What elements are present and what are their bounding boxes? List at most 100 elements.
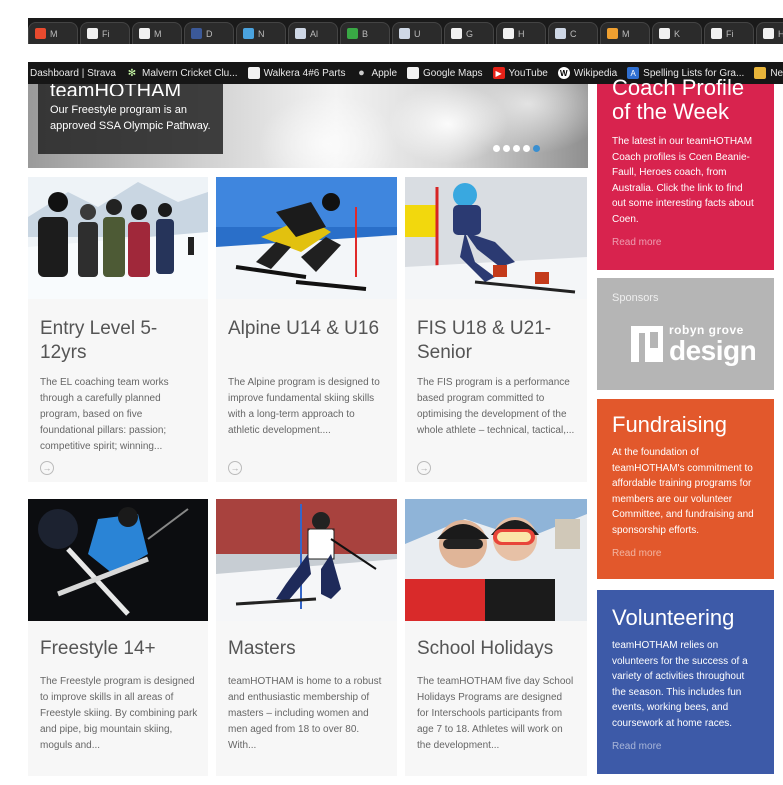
tab-label: D (206, 28, 213, 39)
browser-tab[interactable]: G (444, 22, 494, 44)
logo-text: robyn grove design (669, 323, 757, 366)
browser-tab[interactable]: U (392, 22, 442, 44)
browser-tab[interactable]: Fi (80, 22, 130, 44)
slider-dots (493, 145, 543, 152)
volunteering-box: Volunteering teamHOTHAM relies on volunt… (597, 590, 774, 774)
tab-favicon-icon (399, 28, 410, 39)
browser-tab-bar: M Fi M D N Al B U G H C M K Fi H (28, 18, 783, 44)
browser-tab[interactable]: Fi (704, 22, 754, 44)
tab-label: H (518, 28, 525, 39)
bookmark-item[interactable]: ▶ YouTube (492, 67, 548, 79)
program-description: The Alpine program is designed to improv… (228, 377, 380, 436)
tab-label: B (362, 28, 369, 39)
bookmark-label: Wikipedia (573, 67, 618, 79)
fundraising-title: Fundraising (612, 412, 727, 437)
browser-tab[interactable]: M (600, 22, 650, 44)
tab-favicon-icon (87, 28, 98, 39)
coach-read-more-link[interactable]: Read more (612, 237, 759, 248)
arrow-right-icon[interactable]: → (228, 461, 242, 475)
program-image-freestyle (28, 499, 208, 621)
bookmark-item[interactable]: ✻ Malvern Cricket Clu... (126, 67, 238, 79)
tab-favicon-icon (607, 28, 618, 39)
browser-tab[interactable]: N (236, 22, 286, 44)
logo-big-text: design (669, 335, 757, 366)
program-title[interactable]: Entry Level 5-12yrs (40, 317, 200, 365)
program-card-entry-level[interactable]: Entry Level 5-12yrs The EL coaching team… (28, 177, 208, 482)
bookmark-item[interactable]: Google Maps (407, 67, 483, 79)
page-bookmark-icon (407, 67, 420, 79)
bookmark-item[interactable]: W Wikipedia (557, 67, 618, 79)
program-description: The EL coaching team works through a car… (40, 377, 169, 452)
program-description: The FIS program is a performance based p… (417, 377, 575, 436)
browser-tab[interactable]: C (548, 22, 598, 44)
program-title[interactable]: Freestyle 14+ (40, 637, 200, 661)
yt-bookmark-icon: ▶ (492, 67, 505, 79)
tab-label: Fi (726, 28, 734, 39)
tab-label: Fi (102, 28, 110, 39)
coach-profile-box: Coach Profile of the Week The latest in … (597, 76, 774, 270)
sponsors-box: Sponsors robyn grove design (597, 278, 774, 390)
hero-text: Our Freestyle program is an approved SSA… (50, 104, 211, 132)
browser-tab[interactable]: M (28, 22, 78, 44)
tab-label: H (778, 28, 783, 39)
arrow-right-icon[interactable]: → (417, 461, 431, 475)
bookmark-label: Google Maps (423, 67, 483, 79)
slider-dot[interactable] (493, 145, 500, 152)
tab-label: C (570, 28, 577, 39)
tab-favicon-icon (35, 28, 46, 39)
program-image-masters (216, 499, 397, 621)
program-description: The Freestyle program is designed to imp… (40, 676, 198, 751)
tab-favicon-icon (139, 28, 150, 39)
hero-slider[interactable]: teamHOTHAM Our Freestyle program is an a… (28, 84, 588, 168)
volunteering-title: Volunteering (612, 605, 735, 630)
program-title[interactable]: Alpine U14 & U16 (228, 317, 388, 341)
fundraising-read-more-link[interactable]: Read more (612, 548, 759, 559)
tab-label: G (466, 28, 474, 39)
tab-favicon-icon (191, 28, 202, 39)
bookmark-label: Malvern Cricket Clu... (141, 67, 238, 79)
program-image-school-holidays (405, 499, 587, 621)
tab-favicon-icon (451, 28, 462, 39)
browser-tab[interactable]: Al (288, 22, 338, 44)
browser-tab[interactable]: H (496, 22, 546, 44)
program-card-alpine[interactable]: Alpine U14 & U16 The Alpine program is d… (216, 177, 397, 482)
bookmark-item[interactable]: ● Apple (355, 67, 397, 79)
slider-dot[interactable] (513, 145, 520, 152)
program-card-school-holidays[interactable]: School Holidays The teamHOTHAM five day … (405, 499, 587, 776)
bookmark-label: News (770, 67, 783, 79)
program-title[interactable]: FIS U18 & U21-Senior (417, 317, 577, 365)
browser-tab[interactable]: K (652, 22, 702, 44)
browser-tab[interactable]: H (756, 22, 783, 44)
cricket-bookmark-icon: ✻ (127, 67, 137, 79)
bookmark-item[interactable]: Walkera 4#6 Parts (247, 67, 346, 79)
tab-label: K (674, 28, 681, 39)
program-card-fis[interactable]: FIS U18 & U21-Senior The FIS program is … (405, 177, 587, 482)
program-title[interactable]: School Holidays (417, 637, 577, 661)
bookmark-label: Apple (371, 67, 398, 79)
tab-label: M (622, 28, 630, 39)
tab-label: N (258, 28, 265, 39)
program-image-fis (405, 177, 587, 299)
sponsors-label: Sponsors (612, 292, 659, 304)
program-image-entry-level (28, 177, 208, 299)
sponsor-logo-robyn-grove-design[interactable]: robyn grove design (629, 320, 757, 368)
tab-favicon-icon (555, 28, 566, 39)
fundraising-box: Fundraising At the foundation of teamHOT… (597, 399, 774, 579)
page-bottom-edge (0, 776, 783, 785)
slider-dot[interactable] (533, 145, 540, 152)
program-title[interactable]: Masters (228, 637, 388, 661)
slider-dot[interactable] (503, 145, 510, 152)
bookmark-item[interactable]: Dashboard | Strava (30, 68, 116, 79)
tab-favicon-icon (295, 28, 306, 39)
browser-tab[interactable]: B (340, 22, 390, 44)
bookmark-label: Walkera 4#6 Parts (263, 67, 346, 79)
slider-dot[interactable] (523, 145, 530, 152)
browser-tab[interactable]: M (132, 22, 182, 44)
arrow-right-icon[interactable]: → (40, 461, 54, 475)
program-card-freestyle[interactable]: Freestyle 14+ The Freestyle program is d… (28, 499, 208, 776)
volunteering-text: teamHOTHAM relies on volunteers for the … (612, 640, 748, 729)
volunteering-read-more-link[interactable]: Read more (612, 741, 759, 752)
program-card-masters[interactable]: Masters teamHOTHAM is home to a robust a… (216, 499, 397, 776)
browser-tab[interactable]: D (184, 22, 234, 44)
hero-title: teamHOTHAM (50, 84, 182, 96)
